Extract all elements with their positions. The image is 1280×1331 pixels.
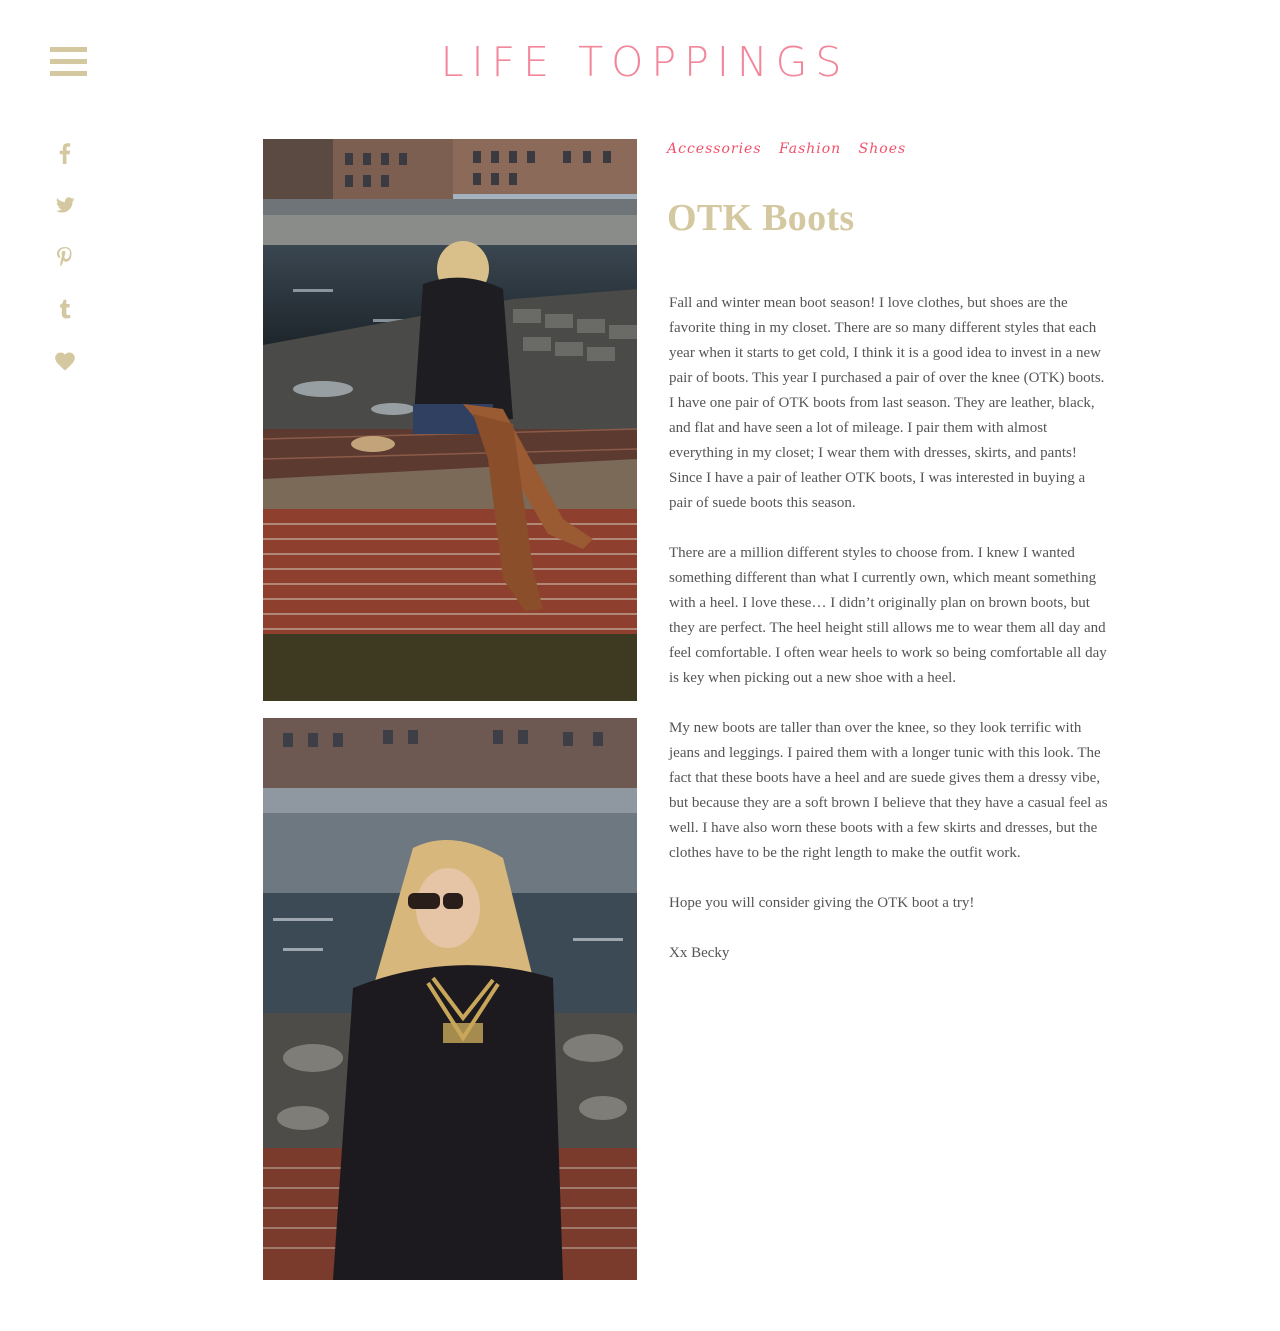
post-photo-sitting [263, 139, 637, 701]
post-paragraph: Fall and winter mean boot season! I love… [669, 295, 1105, 511]
category-link[interactable]: Accessories [667, 141, 762, 157]
post-paragraph: There are a million different styles to … [669, 545, 1107, 686]
post-body: Fall and winter mean boot season! I love… [669, 291, 1109, 991]
post-signature: Xx Becky [669, 945, 730, 961]
twitter-icon[interactable] [52, 192, 78, 218]
tumblr-icon[interactable] [52, 296, 78, 322]
post-categories: Accessories Fashion Shoes [667, 141, 918, 157]
post-photo-portrait [263, 718, 637, 1280]
site-title[interactable]: LIFE TOPPINGS [0, 36, 1280, 88]
pinterest-icon[interactable] [52, 244, 78, 270]
heart-icon[interactable] [52, 348, 78, 374]
post-paragraph: Hope you will consider giving the OTK bo… [669, 895, 975, 911]
post-paragraph: My new boots are taller than over the kn… [669, 720, 1108, 861]
category-link[interactable]: Fashion [779, 141, 841, 157]
social-share-bar [52, 140, 78, 400]
category-link[interactable]: Shoes [859, 141, 907, 157]
facebook-icon[interactable] [52, 140, 78, 166]
post-title: OTK Boots [667, 197, 855, 239]
